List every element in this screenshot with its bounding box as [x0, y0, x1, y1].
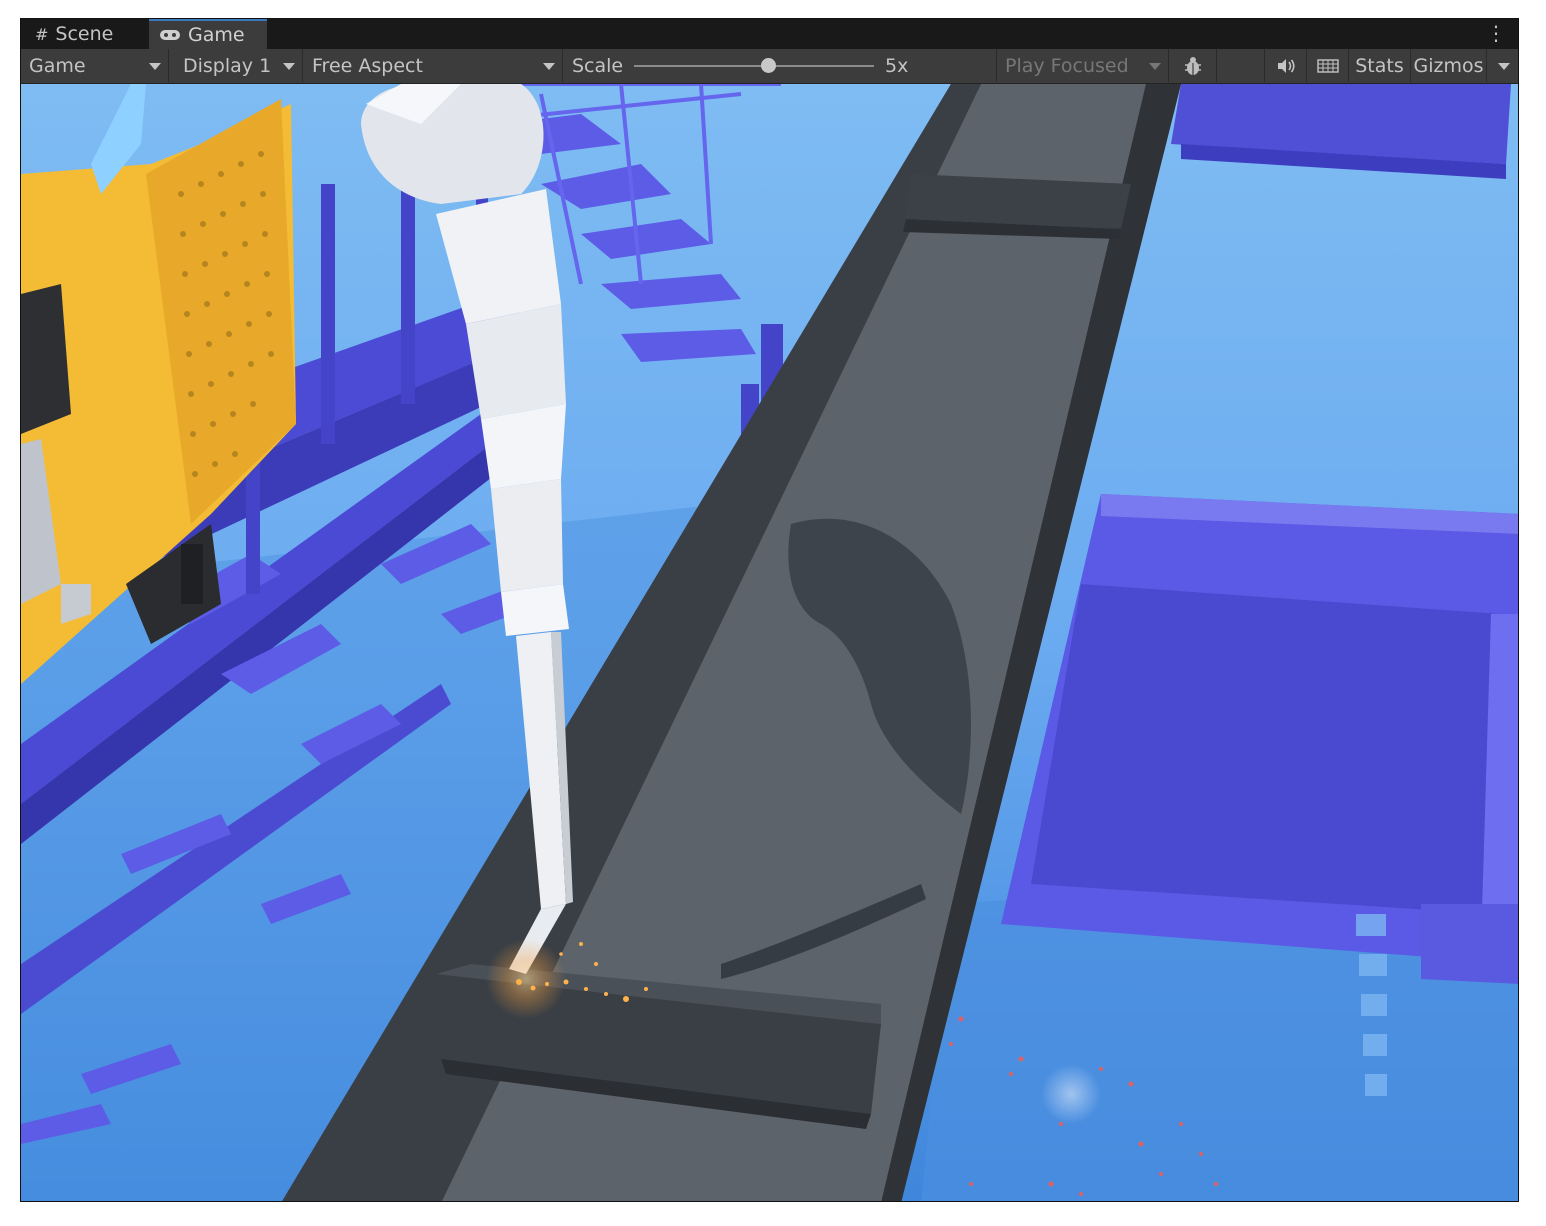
chevron-down-icon — [1498, 63, 1510, 70]
chevron-down-icon — [543, 63, 555, 70]
tab-game[interactable]: Game — [149, 19, 267, 49]
aspect-dropdown[interactable]: Free Aspect — [304, 49, 563, 82]
game-window: # Scene Game ⋮ Game Display 1 Free Aspec… — [20, 18, 1519, 1202]
chevron-down-icon — [283, 63, 295, 70]
game-viewport[interactable] — [21, 84, 1518, 1201]
spacer-button — [1217, 49, 1265, 82]
view-mode-dropdown[interactable]: Game — [21, 49, 169, 82]
game-toolbar: Game Display 1 Free Aspect Scale 5x Play… — [21, 49, 1518, 84]
stats-button[interactable]: Stats — [1349, 49, 1411, 82]
tab-game-label: Game — [188, 24, 245, 46]
speaker-icon — [1277, 58, 1295, 73]
scale-label: Scale — [572, 54, 624, 77]
more-options-icon[interactable]: ⋮ — [1486, 22, 1506, 44]
debug-bug-button[interactable] — [1169, 49, 1217, 82]
play-mode-dropdown[interactable]: Play Focused — [997, 49, 1169, 82]
aspect-value: Free Aspect — [312, 54, 423, 77]
bug-icon — [1184, 56, 1201, 75]
display-dropdown[interactable]: Display 1 — [175, 49, 303, 82]
gizmos-dropdown[interactable] — [1487, 49, 1518, 82]
play-mode-value: Play Focused — [1005, 54, 1129, 77]
keyboard-icon — [1316, 58, 1339, 73]
stats-label: Stats — [1355, 54, 1404, 77]
display-value: Display 1 — [183, 54, 272, 77]
gizmos-label: Gizmos — [1413, 54, 1484, 77]
scene-render — [21, 84, 1518, 1201]
chevron-down-icon — [149, 63, 161, 70]
tab-scene-label: Scene — [55, 23, 114, 45]
audio-mute-button[interactable] — [1265, 49, 1307, 82]
chevron-down-icon — [1149, 63, 1161, 70]
scale-value: 5x — [885, 54, 909, 77]
view-mode-value: Game — [29, 54, 86, 77]
scale-slider-thumb[interactable] — [761, 58, 776, 73]
tab-bar: # Scene Game ⋮ — [21, 19, 1518, 49]
scale-slider-track[interactable] — [634, 65, 874, 67]
gamepad-icon — [159, 26, 181, 45]
tab-scene[interactable]: # Scene — [25, 19, 149, 49]
grid-icon: # — [35, 24, 49, 44]
shortcuts-button[interactable] — [1307, 49, 1349, 82]
gizmos-button[interactable]: Gizmos — [1411, 49, 1487, 82]
